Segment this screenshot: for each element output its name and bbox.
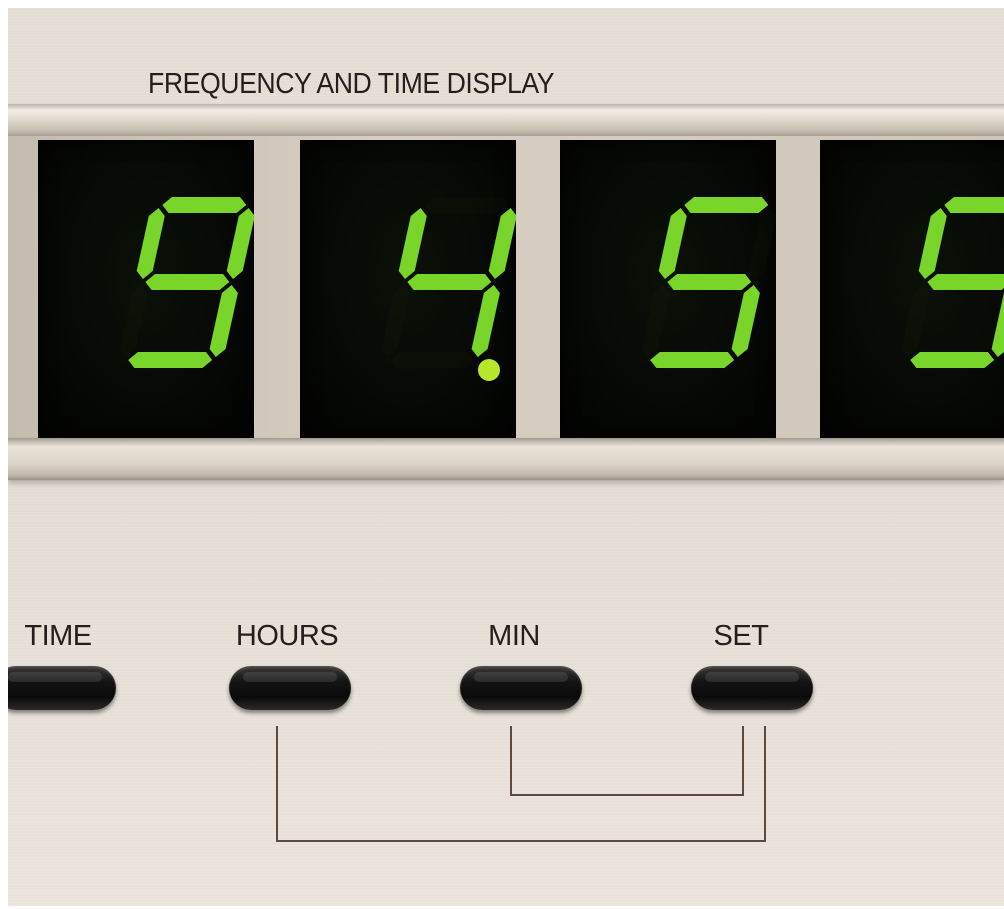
brushed-metal-panel: FREQUENCY AND TIME DISPLAY TIME HOURS MI…	[8, 8, 1004, 906]
decimal-point	[478, 359, 500, 381]
segment-f-lit	[918, 208, 947, 279]
segment-d-lit	[128, 352, 213, 368]
display-title: FREQUENCY AND TIME DISPLAY	[148, 68, 555, 100]
segment-c-lit	[209, 285, 238, 357]
segment-b-lit	[226, 208, 254, 279]
hours-button[interactable]	[229, 666, 351, 710]
hours-set-bracket-line	[276, 726, 766, 842]
segment-g-lit	[145, 274, 230, 290]
segment-e-unlit	[381, 285, 410, 357]
segment-d-lit	[650, 352, 735, 368]
digit-window-2	[300, 140, 516, 438]
segment-f-lit	[398, 208, 427, 279]
segment-c-lit	[471, 285, 500, 357]
segment-a-lit	[684, 197, 769, 213]
seven-segment-digit-4	[901, 197, 1004, 368]
display-upper-trim	[8, 104, 1004, 136]
min-button[interactable]	[460, 666, 582, 710]
segment-b-lit	[488, 208, 516, 279]
seven-segment-digit-2	[381, 197, 516, 381]
segment-a-lit	[162, 197, 247, 213]
time-button[interactable]	[8, 666, 116, 710]
display-lower-trim	[8, 438, 1004, 480]
segment-c-lit	[991, 292, 1004, 357]
segment-d-lit	[910, 352, 995, 368]
digit-window-4	[820, 140, 1004, 438]
time-button-label: TIME	[24, 620, 92, 652]
segment-e-unlit	[119, 285, 148, 357]
hours-button-label: HOURS	[235, 620, 339, 652]
set-button[interactable]	[691, 666, 813, 710]
segment-f-lit	[136, 208, 165, 279]
seven-segment-digit-1	[119, 197, 254, 368]
segment-g-lit	[407, 274, 492, 290]
digit-window-3	[560, 140, 776, 438]
segment-d-unlit	[390, 352, 475, 368]
segment-g-lit	[927, 274, 1004, 290]
segment-b-unlit	[748, 208, 776, 279]
min-button-label: MIN	[488, 620, 540, 652]
segment-c-lit	[731, 285, 760, 357]
segment-f-lit	[658, 208, 687, 279]
segment-a-lit	[944, 197, 1004, 213]
segment-e-unlit	[641, 285, 670, 357]
digit-window-1	[38, 140, 254, 438]
segment-e-unlit	[901, 285, 930, 357]
seven-segment-digit-3	[641, 197, 776, 368]
segment-a-unlit	[424, 197, 509, 213]
segment-g-lit	[667, 274, 752, 290]
set-button-label: SET	[713, 620, 769, 652]
